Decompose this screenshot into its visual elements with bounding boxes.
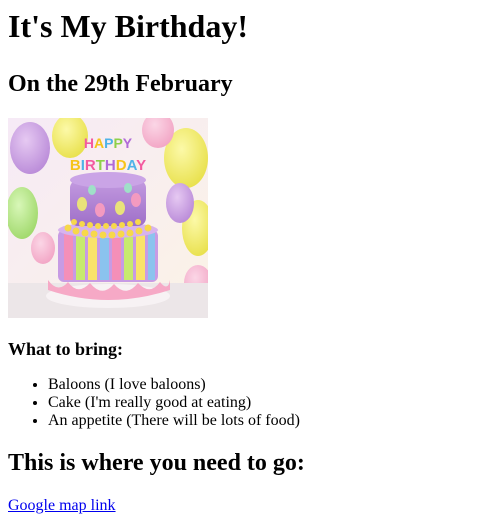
bring-list: Baloons (I love baloons) Cake (I'm reall…: [8, 376, 489, 430]
svg-text:HAPPY: HAPPY: [84, 135, 133, 151]
page-title: It's My Birthday!: [8, 8, 248, 44]
google-map-link[interactable]: Google map link: [8, 497, 116, 515]
page-subtitle: On the 29th February: [8, 71, 233, 97]
list-item: An appetite (There will be lots of food): [48, 412, 489, 430]
list-item: Baloons (I love baloons): [48, 376, 489, 394]
what-to-bring-heading: What to bring:: [8, 339, 124, 359]
page-content: It's My Birthday! On the 29th February H…: [0, 8, 497, 515]
list-item: Cake (I'm really good at eating): [48, 394, 489, 412]
directions-heading: This is where you need to go:: [8, 450, 305, 476]
birthday-cake-image: HAPPY BIRTHDAY: [6, 112, 214, 318]
svg-text:BIRTHDAY: BIRTHDAY: [70, 157, 146, 174]
